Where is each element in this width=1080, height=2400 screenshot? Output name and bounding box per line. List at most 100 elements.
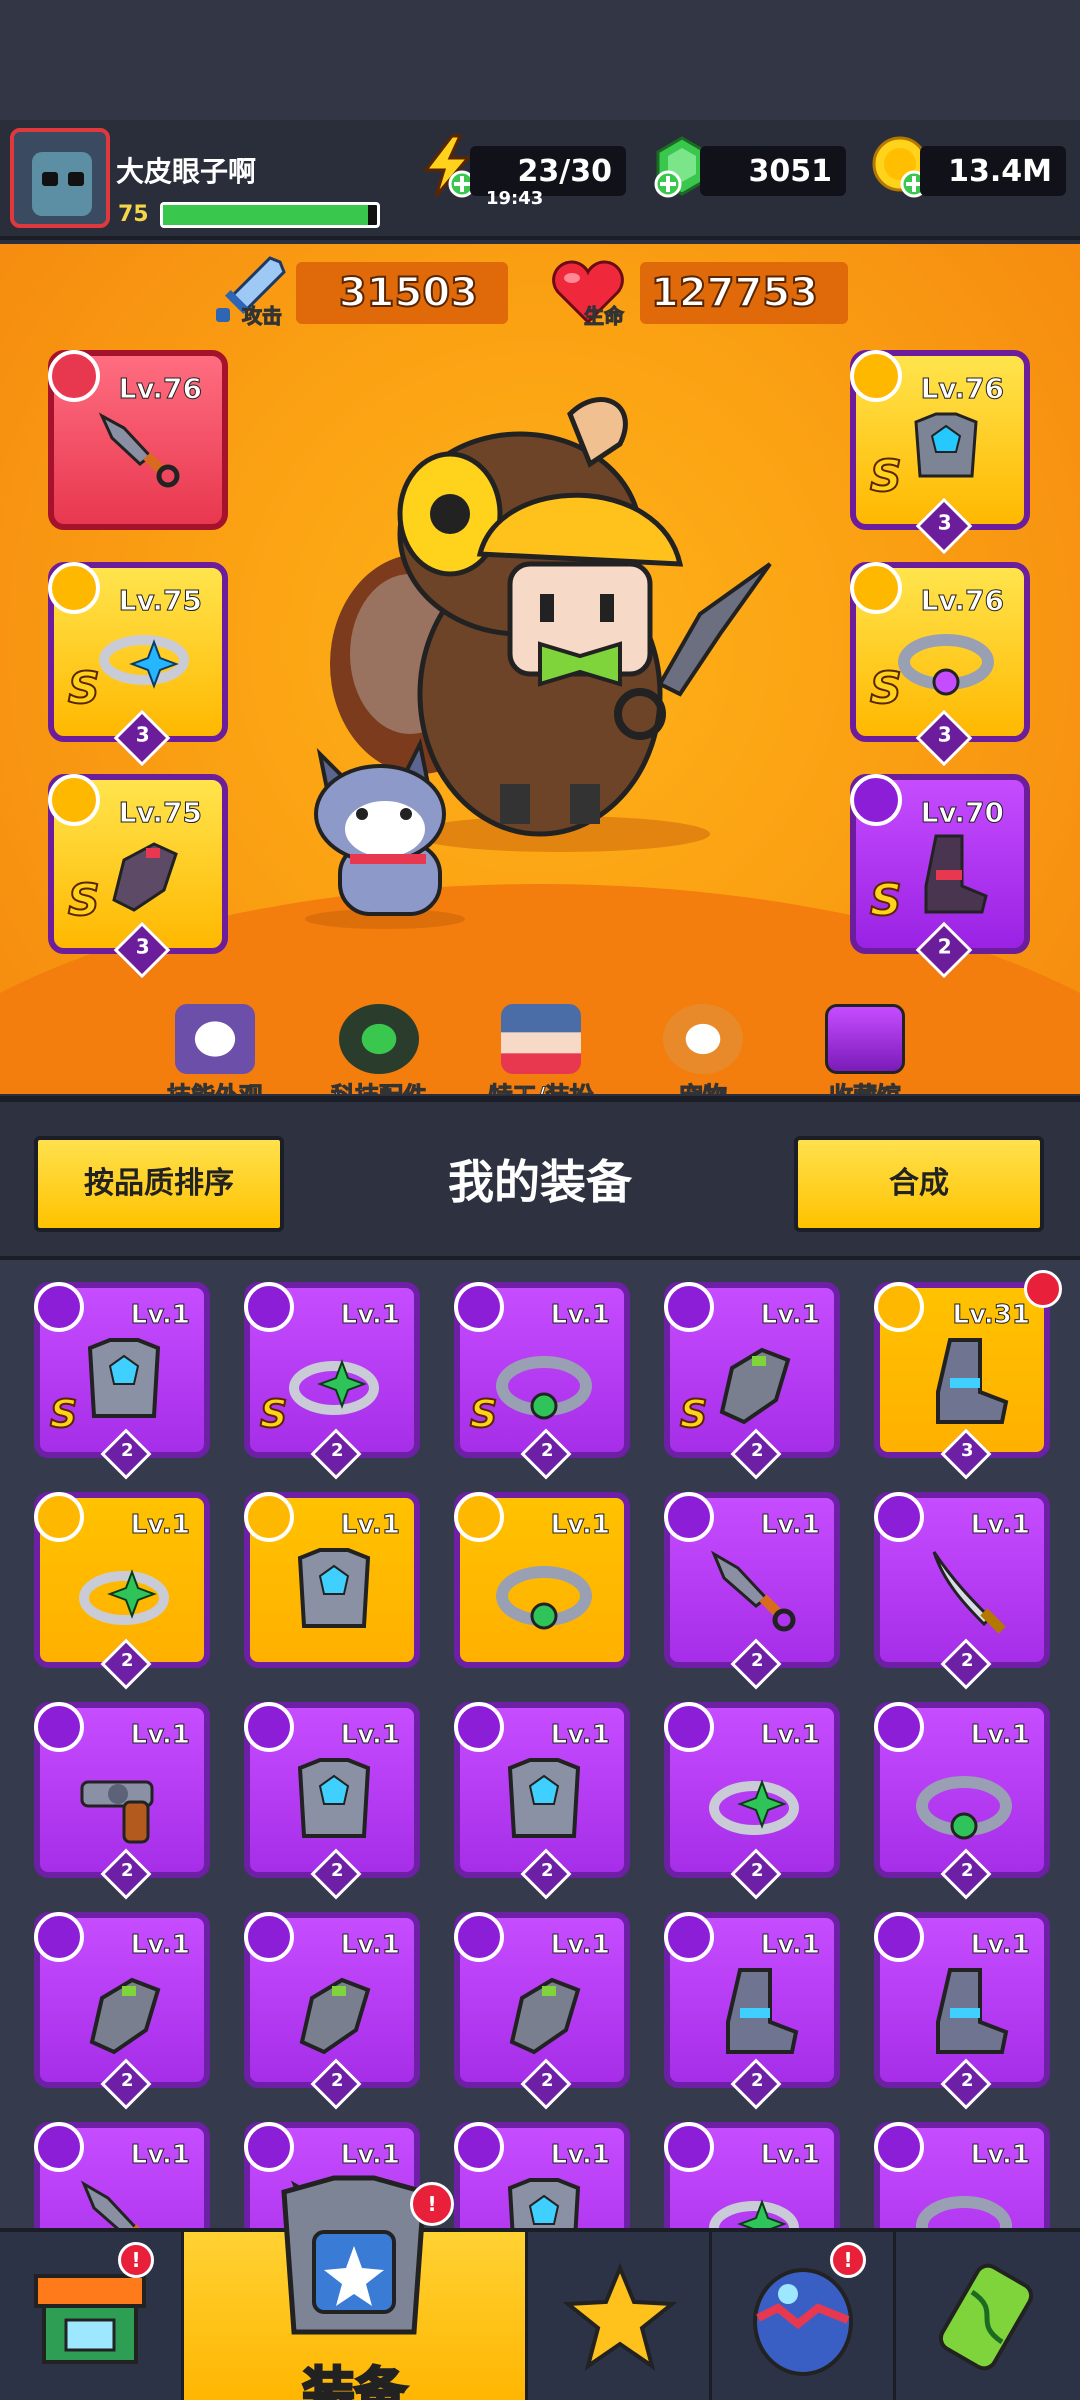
equipment-item[interactable]: Lv.1 [454, 1492, 630, 1668]
belt-type-icon [850, 562, 902, 614]
item-level: Lv.1 [130, 1930, 190, 1961]
equipment-item[interactable]: Lv.1 2 [454, 1912, 630, 2110]
nav-battle[interactable] [528, 2232, 712, 2400]
item-star-badge: 2 [730, 2058, 782, 2110]
item-stars: 2 [750, 2069, 764, 2091]
energy-value: 23/30 [517, 154, 612, 189]
equipment-item[interactable]: Lv.1 2 [244, 1912, 420, 2110]
equipment-item[interactable]: Lv.1 2 [34, 1912, 210, 2110]
equipped-ring-slot[interactable]: Lv.75 S 3 [48, 562, 228, 767]
revolver-icon [80, 1780, 154, 1844]
nav-eggs[interactable]: ! [712, 2232, 896, 2400]
equipment-item[interactable]: Lv.1 2 [34, 1492, 210, 1690]
equipped-belt-slot[interactable]: Lv.76 S 3 [850, 562, 1030, 767]
equipment-item[interactable]: Lv.1 2 [664, 1702, 840, 1900]
tab-collection[interactable]: 收藏馆 [790, 1004, 940, 1094]
nav-equipment-label: 装备 [301, 2362, 408, 2400]
item-star-badge: 2 [310, 1428, 362, 1480]
equipment-item[interactable]: Lv.31 3 [874, 1270, 1062, 1480]
tab-pets[interactable]: 宠物 [628, 1004, 778, 1094]
equipment-item[interactable]: Lv.1 [664, 2122, 840, 2228]
equipped-armor-slot[interactable]: Lv.76 S 3 [850, 350, 1030, 555]
equipment-item[interactable]: Lv.1 2 [454, 1702, 630, 1900]
equipment-item[interactable]: Lv.1 [454, 2122, 630, 2228]
item-star-badge: 2 [100, 2058, 152, 2110]
xp-bar [160, 202, 380, 228]
attack-value: 31503 [338, 269, 479, 317]
item-stars: 2 [540, 1859, 554, 1881]
tab-skill-skins-label: 技能外观 [140, 1076, 290, 1095]
equipment-item[interactable]: Lv.1 S 2 [244, 1282, 420, 1480]
equipment-item[interactable]: Lv.1 2 [34, 1702, 210, 1900]
glove-type-icon [48, 774, 100, 826]
nav-equipment[interactable]: ! 装备 [184, 2175, 528, 2400]
avatar-eye-icon [68, 172, 84, 186]
item-star-badge: 2 [940, 1638, 992, 1690]
boots-icon [726, 1968, 799, 2054]
equipment-item[interactable]: Lv.1 S 2 [454, 1282, 630, 1480]
item-level: Lv.1 [130, 1510, 190, 1541]
ring-stars: 3 [135, 722, 150, 747]
equipment-item[interactable]: Lv.1 S 2 [34, 1282, 210, 1480]
item-type-badge [874, 1492, 924, 1542]
item-type-badge [454, 2122, 504, 2172]
weapon-level: Lv.76 [118, 372, 202, 406]
item-level: Lv.1 [970, 1720, 1030, 1751]
item-star-badge: 2 [520, 1848, 572, 1900]
item-star-badge: 2 [940, 1848, 992, 1900]
item-star-badge: 2 [310, 1848, 362, 1900]
equipped-glove-slot[interactable]: Lv.75 S 3 [48, 774, 228, 979]
glove-icon [299, 1977, 371, 2055]
bottom-nav: ! ! 装备 ! [0, 2175, 1080, 2400]
item-type-badge [664, 2122, 714, 2172]
item-level: Lv.1 [760, 1510, 820, 1541]
tab-tech-parts[interactable]: 科技配件 [304, 1004, 454, 1094]
ring-type-icon [48, 562, 100, 614]
player-avatar[interactable] [10, 128, 110, 228]
tab-pets-label: 宠物 [628, 1076, 778, 1095]
equipment-item[interactable]: Lv.1 2 [664, 1492, 840, 1690]
merge-button[interactable]: 合成 [794, 1136, 1044, 1232]
hp-label: 生命 [584, 304, 625, 329]
gem-value: 3051 [748, 154, 833, 189]
tab-skill-skins[interactable]: 技能外观 [140, 1004, 290, 1094]
item-level: Lv.1 [130, 1300, 190, 1331]
tab-agent-costume-label: 特工/装扮 [466, 1076, 616, 1095]
armor-stars: 3 [937, 510, 952, 535]
equipment-item[interactable]: Lv.1 2 [664, 1912, 840, 2110]
item-star-badge: 2 [100, 1848, 152, 1900]
equipment-item[interactable]: Lv.1 [34, 2122, 210, 2228]
attack-label: 攻击 [242, 304, 283, 329]
tab-agent-costume[interactable]: 特工/装扮 [466, 1004, 616, 1094]
nav-lab[interactable] [896, 2232, 1080, 2400]
equipped-boots-slot[interactable]: Lv.70 S 2 [850, 774, 1030, 979]
item-stars: 2 [120, 2069, 134, 2091]
equipment-item[interactable]: Lv.1 [874, 2122, 1050, 2228]
ring-icon [709, 1779, 799, 1835]
equipment-item[interactable]: Lv.1 [244, 1492, 420, 1668]
boots-type-icon [850, 774, 902, 826]
boots-stars: 2 [937, 934, 952, 959]
item-level: Lv.1 [970, 1510, 1030, 1541]
item-star-badge: 3 [940, 1428, 992, 1480]
item-alert-badge [1024, 1270, 1062, 1308]
item-level: Lv.1 [550, 1720, 610, 1751]
item-stars: 2 [750, 1649, 764, 1671]
equipment-item[interactable]: Lv.1 2 [874, 1912, 1050, 2110]
equipment-item[interactable]: Lv.1 2 [874, 1702, 1050, 1900]
equipment-item[interactable]: Lv.1 2 [874, 1492, 1050, 1690]
item-stars: 2 [960, 1859, 974, 1881]
item-rank: S [679, 1391, 708, 1437]
equipment-item[interactable]: Lv.1 S 2 [664, 1282, 840, 1480]
item-level: Lv.1 [340, 2140, 400, 2171]
boots-icon [936, 1338, 1009, 1424]
equipped-weapon-slot[interactable]: Lv.76 [48, 350, 228, 530]
nav-shop[interactable]: ! [0, 2232, 184, 2400]
item-type-badge [244, 1282, 294, 1332]
kunai-icon [98, 412, 180, 488]
belt-stars: 3 [937, 722, 952, 747]
ring-icon [79, 1569, 169, 1625]
equipment-item[interactable]: Lv.1 2 [244, 1702, 420, 1900]
item-stars: 2 [330, 1859, 344, 1881]
item-type-badge [454, 1282, 504, 1332]
